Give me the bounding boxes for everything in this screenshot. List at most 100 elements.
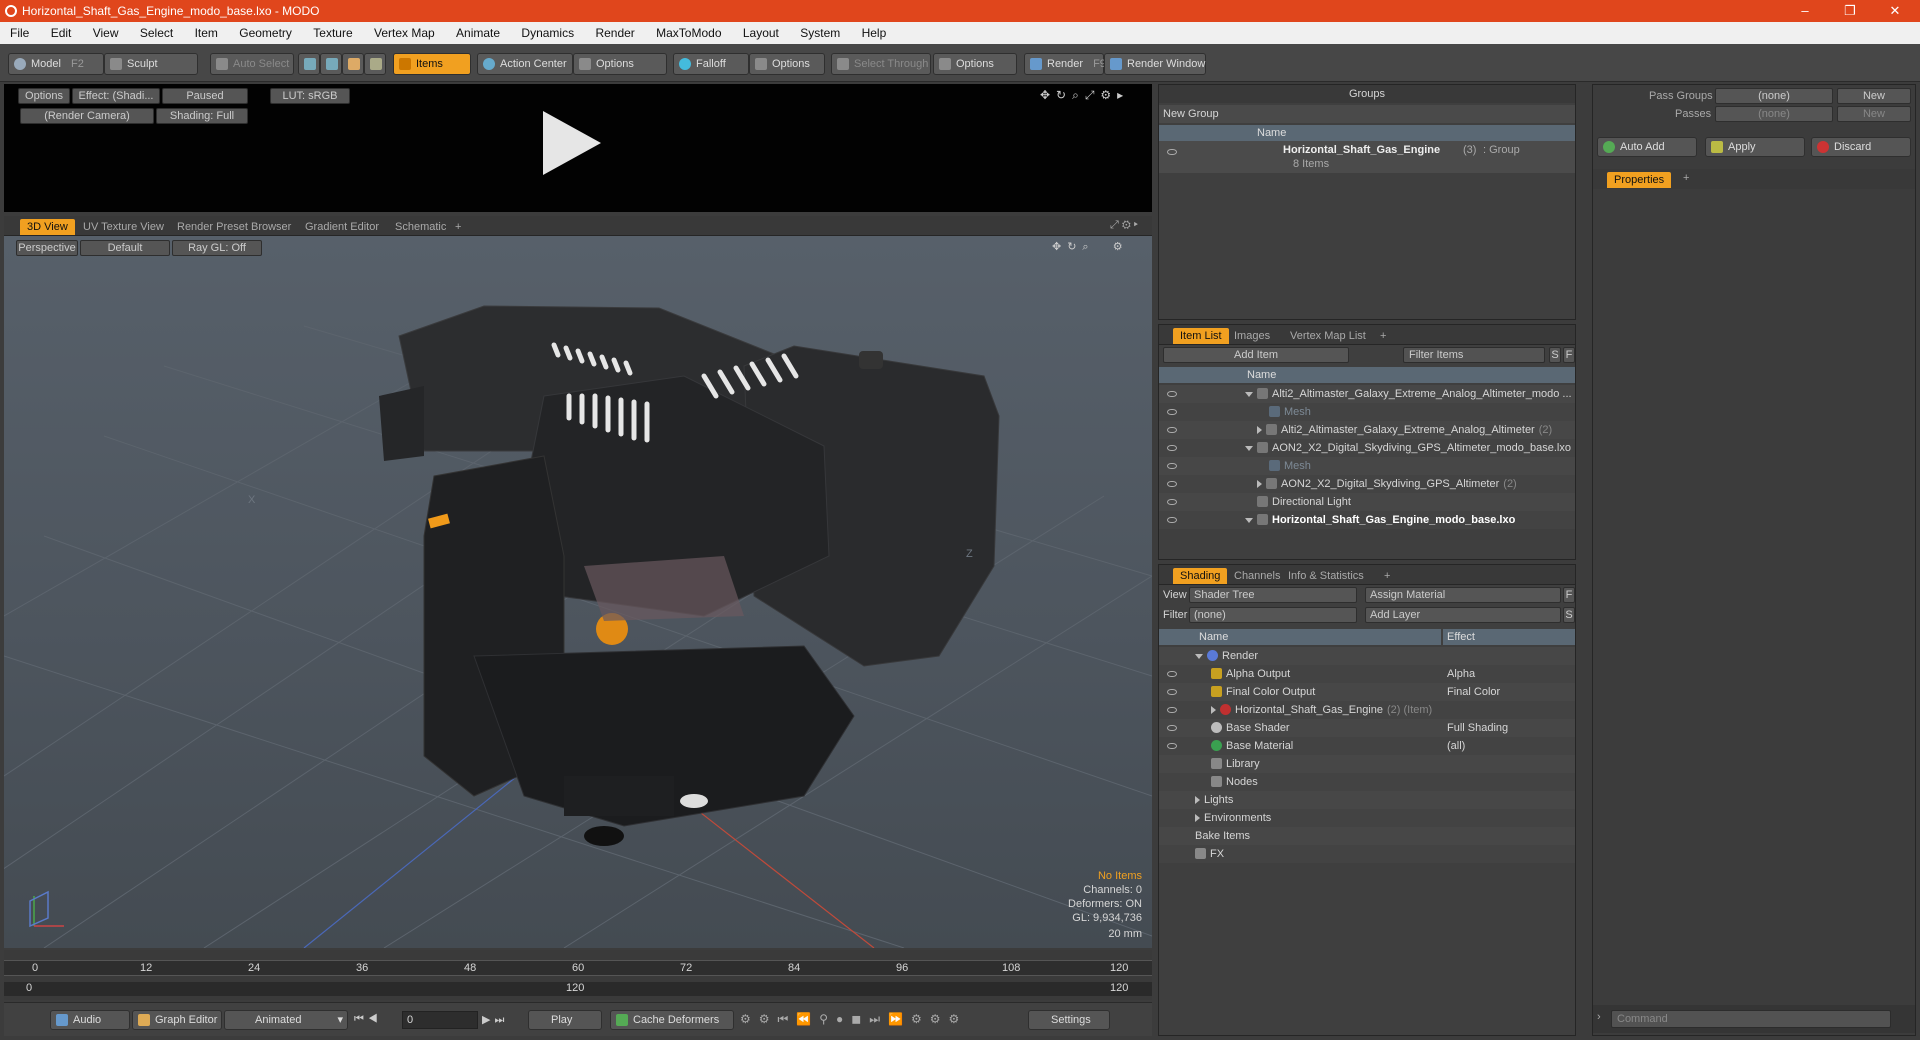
visibility-eye-icon[interactable] bbox=[1167, 499, 1177, 505]
default-style-dropdown[interactable]: Default bbox=[80, 240, 170, 256]
visibility-eye-icon[interactable] bbox=[1167, 689, 1177, 695]
filter-f-button[interactable]: F bbox=[1563, 347, 1575, 363]
items-mode-button[interactable]: Items bbox=[393, 53, 471, 75]
action-center-options-button[interactable]: Options bbox=[573, 53, 667, 75]
shading-f-button[interactable]: F bbox=[1563, 587, 1575, 603]
menu-file[interactable]: File bbox=[0, 22, 37, 40]
tab-schematic[interactable]: Schematic bbox=[388, 219, 453, 235]
shader-effect-value[interactable]: Full Shading bbox=[1447, 719, 1508, 737]
collapse-arrow-icon[interactable] bbox=[1245, 391, 1253, 397]
menu-dynamics[interactable]: Dynamics bbox=[511, 22, 582, 40]
menu-layout[interactable]: Layout bbox=[733, 22, 787, 40]
menu-vertex-map[interactable]: Vertex Map bbox=[364, 22, 443, 40]
visibility-eye-icon[interactable] bbox=[1167, 391, 1177, 397]
expand-arrow-icon[interactable] bbox=[1257, 426, 1262, 435]
frame-input[interactable]: 0 bbox=[402, 1011, 478, 1029]
render-effect-dropdown[interactable]: Effect: (Shadi... bbox=[72, 88, 160, 104]
render-camera-dropdown[interactable]: (Render Camera) bbox=[20, 108, 154, 124]
add-tab-plus-icon[interactable]: + bbox=[1683, 172, 1689, 184]
passes-dropdown[interactable]: (none) bbox=[1715, 106, 1833, 122]
animated-dropdown[interactable]: Animated ▾ bbox=[224, 1010, 348, 1030]
menu-select[interactable]: Select bbox=[130, 22, 181, 40]
play-button[interactable]: Play bbox=[528, 1010, 602, 1030]
materials-mode-button[interactable] bbox=[364, 53, 386, 75]
menu-help[interactable]: Help bbox=[852, 22, 895, 40]
item-list-row[interactable]: Horizontal_Shaft_Gas_Engine_modo_base.lx… bbox=[1159, 511, 1575, 529]
add-tab-button[interactable]: + bbox=[448, 219, 468, 235]
pass-groups-new-button[interactable]: New bbox=[1837, 88, 1911, 104]
item-list-row[interactable]: Alti2_Altimaster_Galaxy_Extreme_Analog_A… bbox=[1159, 385, 1575, 403]
tab-render-preset-browser[interactable]: Render Preset Browser bbox=[170, 219, 298, 235]
shader-tree-row[interactable]: Render bbox=[1159, 647, 1575, 665]
add-item-dropdown[interactable]: Add Item bbox=[1163, 347, 1349, 363]
visibility-eye-icon[interactable] bbox=[1167, 725, 1177, 731]
menu-system[interactable]: System bbox=[790, 22, 848, 40]
shader-tree-row[interactable]: Horizontal_Shaft_Gas_Engine (2) (Item) bbox=[1159, 701, 1575, 719]
menu-render[interactable]: Render bbox=[585, 22, 642, 40]
visibility-eye-icon[interactable] bbox=[1167, 409, 1177, 415]
tab-images[interactable]: Images bbox=[1227, 328, 1277, 344]
visibility-eye-icon[interactable] bbox=[1167, 149, 1177, 155]
filter-s-button[interactable]: S bbox=[1549, 347, 1561, 363]
collapse-arrow-icon[interactable] bbox=[1245, 517, 1253, 523]
shading-column-effect[interactable]: Effect bbox=[1443, 629, 1575, 645]
edges-mode-button[interactable] bbox=[320, 53, 342, 75]
model-mode-button[interactable]: Model F2 bbox=[8, 53, 104, 75]
raygl-toggle[interactable]: Ray GL: Off bbox=[172, 240, 262, 256]
engine-model[interactable] bbox=[379, 305, 1000, 846]
shader-tree-row[interactable]: Bake Items bbox=[1159, 827, 1575, 845]
maximize-button[interactable]: ❐ bbox=[1835, 2, 1865, 20]
falloff-button[interactable]: Falloff bbox=[673, 53, 749, 75]
auto-add-button[interactable]: Auto Add bbox=[1597, 137, 1697, 157]
shading-dropdown[interactable]: Shading: Full bbox=[156, 108, 248, 124]
visibility-eye-icon[interactable] bbox=[1167, 517, 1177, 523]
select-through-button[interactable]: Select Through bbox=[831, 53, 931, 75]
cache-deformers-button[interactable]: Cache Deformers bbox=[610, 1010, 734, 1030]
add-tab-button[interactable]: + bbox=[1377, 568, 1397, 584]
tab-vertex-map-list[interactable]: Vertex Map List bbox=[1283, 328, 1373, 344]
visibility-eye-icon[interactable] bbox=[1167, 427, 1177, 433]
shader-tree-row[interactable]: Environments bbox=[1159, 809, 1575, 827]
collapse-arrow-icon[interactable] bbox=[1245, 445, 1253, 451]
tab-info-statistics[interactable]: Info & Statistics bbox=[1281, 568, 1371, 584]
visibility-eye-icon[interactable] bbox=[1167, 463, 1177, 469]
item-list-row[interactable]: Mesh bbox=[1159, 403, 1575, 421]
shader-tree-row[interactable]: Base Shader Full Shading bbox=[1159, 719, 1575, 737]
visibility-eye-icon[interactable] bbox=[1167, 707, 1177, 713]
audio-button[interactable]: Audio bbox=[50, 1010, 130, 1030]
vertices-mode-button[interactable] bbox=[298, 53, 320, 75]
shader-tree-row[interactable]: Alpha Output Alpha bbox=[1159, 665, 1575, 683]
item-list-row[interactable]: Directional Light bbox=[1159, 493, 1575, 511]
auto-select-button[interactable]: Auto Select bbox=[210, 53, 294, 75]
key-controls[interactable]: ⚙⚙⏮⏪⚲●◼⏭⏩⚙⚙⚙ bbox=[740, 1012, 967, 1027]
render-view-controls[interactable]: ✥↻⌕⤢⚙▸ bbox=[1040, 88, 1129, 103]
itemlist-column-name[interactable]: Name bbox=[1159, 367, 1575, 383]
tab-properties[interactable]: Properties bbox=[1607, 172, 1672, 188]
filter-dropdown[interactable]: (none) bbox=[1189, 607, 1357, 623]
shader-tree-row[interactable]: FX bbox=[1159, 845, 1575, 863]
add-tab-button[interactable]: + bbox=[1373, 328, 1393, 344]
shader-effect-value[interactable]: Alpha bbox=[1447, 665, 1475, 683]
render-window-button[interactable]: Render Window bbox=[1104, 53, 1206, 75]
expand-arrow-icon[interactable] bbox=[1211, 706, 1216, 715]
apply-button[interactable]: Apply bbox=[1705, 137, 1805, 157]
filter-items-input[interactable]: Filter Items bbox=[1403, 347, 1545, 363]
visibility-eye-icon[interactable] bbox=[1167, 445, 1177, 451]
group-row[interactable]: Horizontal_Shaft_Gas_Engine (3) : Group … bbox=[1159, 141, 1575, 173]
groups-column-name[interactable]: Name bbox=[1159, 125, 1575, 141]
render-options-button[interactable]: Options bbox=[18, 88, 70, 104]
render-paused-button[interactable]: Paused bbox=[162, 88, 248, 104]
expand-icon[interactable]: ⤢ ⚙ ▸ bbox=[1110, 219, 1138, 232]
shader-tree-row[interactable]: Lights bbox=[1159, 791, 1575, 809]
tab-shading[interactable]: Shading bbox=[1173, 568, 1228, 584]
timeline[interactable]: 0 12 24 36 48 60 72 84 96 108 120 0 120 … bbox=[4, 950, 1152, 1000]
visibility-eye-icon[interactable] bbox=[1167, 481, 1177, 487]
rewind-controls[interactable]: ⏮◀ bbox=[354, 1013, 382, 1026]
expand-arrow-icon[interactable] bbox=[1257, 480, 1262, 489]
passes-new-button[interactable]: New bbox=[1837, 106, 1911, 122]
shader-tree-row[interactable]: Base Material (all) bbox=[1159, 737, 1575, 755]
perspective-dropdown[interactable]: Perspective bbox=[16, 240, 78, 256]
menu-maxtomodo[interactable]: MaxToModo bbox=[646, 22, 729, 40]
tab-3d-view[interactable]: 3D View bbox=[20, 219, 75, 235]
collapse-arrow-icon[interactable] bbox=[1195, 653, 1203, 659]
